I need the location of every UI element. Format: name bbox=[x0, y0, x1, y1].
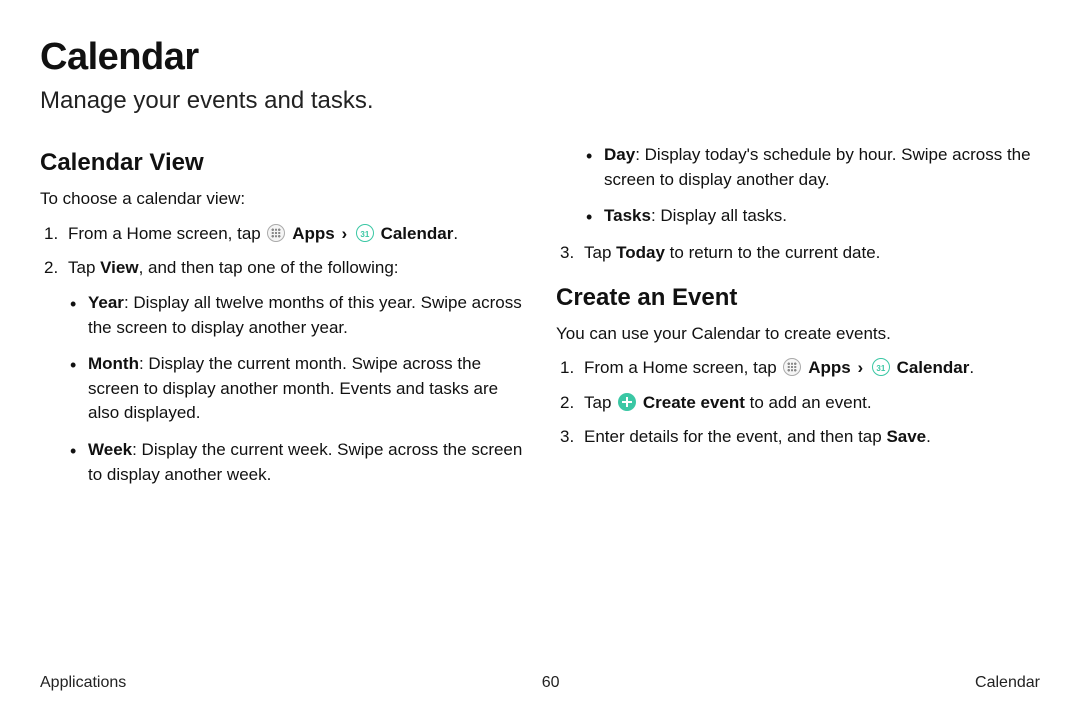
step-2-text-pre: Tap bbox=[68, 258, 100, 277]
step-2: 2. Tap View, and then tap one of the fol… bbox=[40, 256, 524, 281]
event-step-2-pre: Tap bbox=[584, 393, 616, 412]
heading-calendar-view: Calendar View bbox=[40, 149, 524, 177]
bullet-month-desc: : Display the current month. Swipe acros… bbox=[88, 354, 498, 422]
calendar-icon bbox=[356, 224, 374, 242]
event-step-3-pre: Enter details for the event, and then ta… bbox=[584, 427, 886, 446]
page-subtitle: Manage your events and tasks. bbox=[40, 87, 1040, 115]
intro-create-event: You can use your Calendar to create even… bbox=[556, 322, 1040, 347]
plus-icon bbox=[618, 393, 636, 411]
right-column: Day: Display today's schedule by hour. S… bbox=[556, 143, 1040, 720]
bullet-year: Year: Display all twelve months of this … bbox=[40, 291, 524, 340]
event-step-2: 2. Tap Create event to add an event. bbox=[556, 391, 1040, 416]
bullet-week-desc: : Display the current week. Swipe across… bbox=[88, 440, 522, 484]
apps-label-2: Apps bbox=[808, 358, 851, 377]
bullet-month: Month: Display the current month. Swipe … bbox=[40, 352, 524, 426]
step-1: 1. From a Home screen, tap Apps › Calend… bbox=[40, 222, 524, 247]
save-label: Save bbox=[886, 427, 926, 446]
step-1-text-pre: From a Home screen, tap bbox=[68, 224, 265, 243]
view-label: View bbox=[100, 258, 138, 277]
footer-right: Calendar bbox=[975, 674, 1040, 692]
left-column: Calendar View To choose a calendar view:… bbox=[40, 143, 524, 720]
calendar-label-2: Calendar bbox=[897, 358, 970, 377]
footer-left: Applications bbox=[40, 674, 126, 692]
bullet-day-desc: : Display today's schedule by hour. Swip… bbox=[604, 145, 1031, 189]
event-step-1-pre: From a Home screen, tap bbox=[584, 358, 781, 377]
event-step-3: 3. Enter details for the event, and then… bbox=[556, 425, 1040, 450]
bullet-day-term: Day bbox=[604, 145, 635, 164]
bullet-week: Week: Display the current week. Swipe ac… bbox=[40, 438, 524, 487]
chevron-right-icon: › bbox=[339, 224, 349, 243]
apps-label: Apps bbox=[292, 224, 335, 243]
chevron-right-icon: › bbox=[855, 358, 865, 377]
today-label: Today bbox=[616, 243, 665, 262]
create-event-label: Create event bbox=[643, 393, 745, 412]
bullet-tasks-desc: : Display all tasks. bbox=[651, 206, 787, 225]
event-step-1: 1. From a Home screen, tap Apps › Calend… bbox=[556, 356, 1040, 381]
page-footer: Applications 60 Calendar bbox=[40, 674, 1040, 692]
bullet-week-term: Week bbox=[88, 440, 132, 459]
event-step-3-post: . bbox=[926, 427, 931, 446]
step-1-text-post: . bbox=[453, 224, 458, 243]
bullet-year-desc: : Display all twelve months of this year… bbox=[88, 293, 522, 337]
bullet-tasks: Tasks: Display all tasks. bbox=[556, 204, 1040, 229]
step-3-text-post: to return to the current date. bbox=[665, 243, 880, 262]
heading-create-event: Create an Event bbox=[556, 284, 1040, 312]
calendar-icon bbox=[872, 358, 890, 376]
calendar-label: Calendar bbox=[381, 224, 454, 243]
step-3: 3. Tap Today to return to the current da… bbox=[556, 241, 1040, 266]
step-2-text-post: , and then tap one of the following: bbox=[139, 258, 399, 277]
bullet-month-term: Month bbox=[88, 354, 139, 373]
footer-page-number: 60 bbox=[542, 674, 560, 692]
apps-icon bbox=[267, 224, 285, 242]
bullet-year-term: Year bbox=[88, 293, 124, 312]
page-title: Calendar bbox=[40, 36, 1040, 79]
intro-text: To choose a calendar view: bbox=[40, 187, 524, 212]
bullet-day: Day: Display today's schedule by hour. S… bbox=[556, 143, 1040, 192]
apps-icon bbox=[783, 358, 801, 376]
event-step-2-post: to add an event. bbox=[745, 393, 872, 412]
bullet-tasks-term: Tasks bbox=[604, 206, 651, 225]
step-3-text-pre: Tap bbox=[584, 243, 616, 262]
